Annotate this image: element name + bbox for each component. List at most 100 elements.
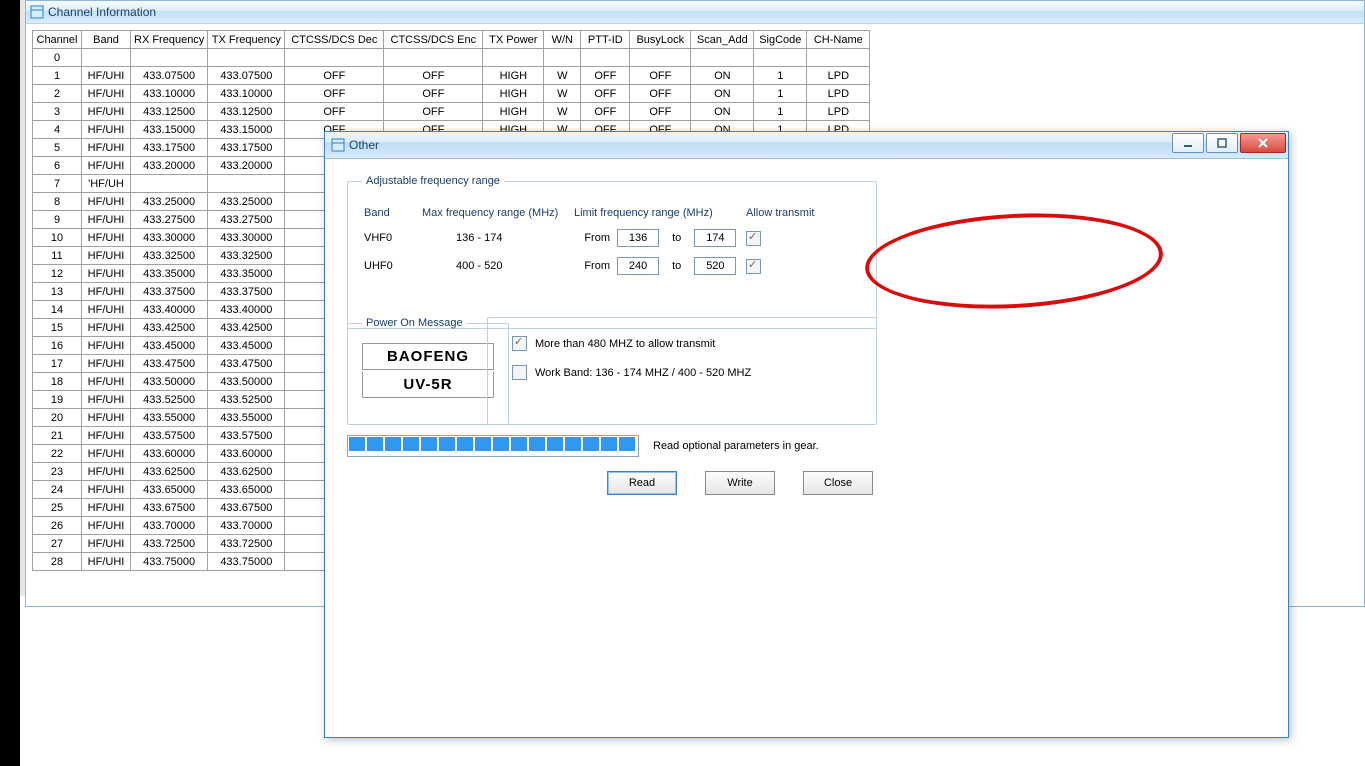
cell-ch[interactable]: 5 xyxy=(33,139,82,157)
cell-rx[interactable]: 433.50000 xyxy=(131,373,208,391)
cell-dec[interactable] xyxy=(285,49,384,67)
cell-band[interactable]: HF/UHI xyxy=(82,481,131,499)
cell-name[interactable]: LPD xyxy=(807,67,870,85)
cell-tx[interactable] xyxy=(208,49,285,67)
cell-ch[interactable]: 21 xyxy=(33,427,82,445)
cell-wn[interactable]: W xyxy=(544,85,581,103)
cell-ch[interactable]: 13 xyxy=(33,283,82,301)
cell-tx[interactable]: 433.42500 xyxy=(208,319,285,337)
channel-titlebar[interactable]: Channel Information xyxy=(25,0,1365,23)
cell-ch[interactable]: 19 xyxy=(33,391,82,409)
cell-ch[interactable]: 28 xyxy=(33,553,82,571)
cell-rx[interactable] xyxy=(131,175,208,193)
cell-pow[interactable]: HIGH xyxy=(483,85,544,103)
cell-busy[interactable] xyxy=(630,49,691,67)
cell-pow[interactable]: HIGH xyxy=(483,67,544,85)
col-header[interactable]: BusyLock xyxy=(630,31,691,49)
cell-tx[interactable]: 433.47500 xyxy=(208,355,285,373)
cell-dec[interactable]: OFF xyxy=(285,103,384,121)
cell-rx[interactable]: 433.70000 xyxy=(131,517,208,535)
cell-tx[interactable]: 433.12500 xyxy=(208,103,285,121)
cell-dec[interactable]: OFF xyxy=(285,67,384,85)
cell-ch[interactable]: 27 xyxy=(33,535,82,553)
opt-480mhz-check[interactable] xyxy=(512,336,527,351)
cell-tx[interactable]: 433.17500 xyxy=(208,139,285,157)
cell-band[interactable]: HF/UHI xyxy=(82,283,131,301)
cell-ch[interactable]: 18 xyxy=(33,373,82,391)
cell-band[interactable]: HF/UHI xyxy=(82,139,131,157)
cell-rx[interactable]: 433.47500 xyxy=(131,355,208,373)
table-row[interactable]: 3HF/UHI433.12500433.12500OFFOFFHIGHWOFFO… xyxy=(33,103,870,121)
cell-rx[interactable]: 433.60000 xyxy=(131,445,208,463)
minimize-button[interactable] xyxy=(1172,133,1204,153)
cell-ch[interactable]: 7 xyxy=(33,175,82,193)
cell-tx[interactable]: 433.65000 xyxy=(208,481,285,499)
cell-band[interactable]: HF/UHI xyxy=(82,121,131,139)
cell-rx[interactable]: 433.32500 xyxy=(131,247,208,265)
cell-ch[interactable]: 17 xyxy=(33,355,82,373)
col-header[interactable]: CTCSS/DCS Dec xyxy=(285,31,384,49)
table-row[interactable]: 2HF/UHI433.10000433.10000OFFOFFHIGHWOFFO… xyxy=(33,85,870,103)
cell-rx[interactable]: 433.27500 xyxy=(131,211,208,229)
cell-busy[interactable]: OFF xyxy=(630,85,691,103)
cell-tx[interactable]: 433.62500 xyxy=(208,463,285,481)
cell-ch[interactable]: 26 xyxy=(33,517,82,535)
cell-rx[interactable]: 433.62500 xyxy=(131,463,208,481)
cell-tx[interactable]: 433.70000 xyxy=(208,517,285,535)
cell-band[interactable]: HF/UHI xyxy=(82,535,131,553)
cell-tx[interactable]: 433.52500 xyxy=(208,391,285,409)
cell-tx[interactable]: 433.72500 xyxy=(208,535,285,553)
close-button[interactable]: Close xyxy=(803,471,873,495)
cell-ch[interactable]: 3 xyxy=(33,103,82,121)
cell-tx[interactable]: 433.40000 xyxy=(208,301,285,319)
cell-ch[interactable]: 6 xyxy=(33,157,82,175)
cell-wn[interactable]: W xyxy=(544,67,581,85)
col-header[interactable]: Band xyxy=(82,31,131,49)
cell-sig[interactable]: 1 xyxy=(754,103,807,121)
cell-enc[interactable]: OFF xyxy=(384,67,483,85)
cell-tx[interactable]: 433.75000 xyxy=(208,553,285,571)
cell-ch[interactable]: 1 xyxy=(33,67,82,85)
cell-rx[interactable]: 433.17500 xyxy=(131,139,208,157)
cell-rx[interactable]: 433.67500 xyxy=(131,499,208,517)
cell-enc[interactable]: OFF xyxy=(384,85,483,103)
cell-ch[interactable]: 22 xyxy=(33,445,82,463)
cell-band[interactable]: HF/UHI xyxy=(82,193,131,211)
col-header[interactable]: TX Power xyxy=(483,31,544,49)
other-titlebar[interactable]: Other xyxy=(325,132,1288,159)
cell-tx[interactable] xyxy=(208,175,285,193)
cell-tx[interactable]: 433.15000 xyxy=(208,121,285,139)
cell-name[interactable]: LPD xyxy=(807,103,870,121)
cell-scan[interactable]: ON xyxy=(691,103,754,121)
cell-sig[interactable] xyxy=(754,49,807,67)
cell-rx[interactable]: 433.72500 xyxy=(131,535,208,553)
cell-rx[interactable]: 433.20000 xyxy=(131,157,208,175)
cell-tx[interactable]: 433.30000 xyxy=(208,229,285,247)
cell-band[interactable]: HF/UHI xyxy=(82,409,131,427)
cell-ch[interactable]: 8 xyxy=(33,193,82,211)
cell-wn[interactable]: W xyxy=(544,103,581,121)
cell-scan[interactable]: ON xyxy=(691,85,754,103)
table-row[interactable]: 0 xyxy=(33,49,870,67)
cell-ch[interactable]: 14 xyxy=(33,301,82,319)
cell-scan[interactable]: ON xyxy=(691,67,754,85)
cell-band[interactable]: HF/UHI xyxy=(82,355,131,373)
cell-band[interactable]: HF/UHI xyxy=(82,445,131,463)
uhf-from-input[interactable] xyxy=(617,257,659,275)
vhf-from-input[interactable] xyxy=(617,229,659,247)
cell-band[interactable]: HF/UHI xyxy=(82,553,131,571)
cell-tx[interactable]: 433.45000 xyxy=(208,337,285,355)
cell-tx[interactable]: 433.27500 xyxy=(208,211,285,229)
col-header[interactable]: PTT-ID xyxy=(581,31,630,49)
cell-tx[interactable]: 433.55000 xyxy=(208,409,285,427)
write-button[interactable]: Write xyxy=(705,471,775,495)
cell-busy[interactable]: OFF xyxy=(630,103,691,121)
cell-ch[interactable]: 12 xyxy=(33,265,82,283)
cell-tx[interactable]: 433.10000 xyxy=(208,85,285,103)
cell-ch[interactable]: 25 xyxy=(33,499,82,517)
cell-band[interactable]: HF/UHI xyxy=(82,463,131,481)
cell-ch[interactable]: 0 xyxy=(33,49,82,67)
cell-rx[interactable]: 433.52500 xyxy=(131,391,208,409)
cell-band[interactable]: HF/UHI xyxy=(82,67,131,85)
col-header[interactable]: RX Frequency xyxy=(131,31,208,49)
